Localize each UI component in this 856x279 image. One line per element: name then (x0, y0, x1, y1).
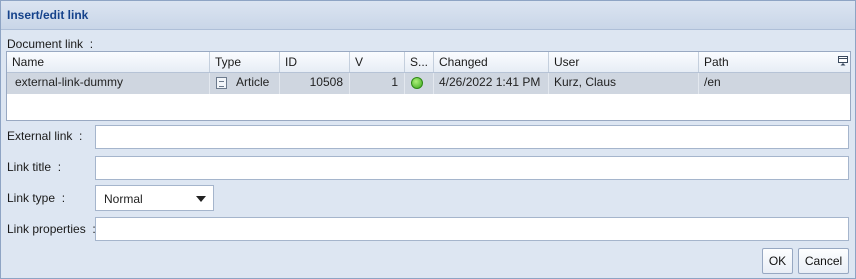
column-header-status[interactable]: S... (405, 52, 434, 72)
table-row[interactable]: external-link-dummy Article 10508 1 4/26… (7, 73, 850, 94)
link-properties-label: Link properties : (7, 222, 96, 236)
cell-type: Article (210, 73, 280, 94)
cell-changed: 4/26/2022 1:41 PM (434, 73, 549, 94)
cell-version: 1 (350, 73, 405, 94)
column-header-changed[interactable]: Changed (434, 52, 549, 72)
dialog-titlebar[interactable]: Insert/edit link (1, 1, 855, 30)
cell-id: 10508 (280, 73, 350, 94)
document-link-grid: Name Type ID V S... Changed User Path ex… (6, 51, 851, 121)
column-menu-icon[interactable] (838, 56, 848, 66)
ok-button[interactable]: OK (762, 248, 793, 274)
cell-user: Kurz, Claus (549, 73, 699, 94)
link-title-input[interactable] (95, 156, 849, 180)
column-header-user[interactable]: User (549, 52, 699, 72)
dialog-title: Insert/edit link (7, 8, 89, 22)
link-type-value: Normal (104, 192, 143, 206)
link-type-select[interactable]: Normal (95, 185, 214, 211)
link-title-label: Link title : (7, 160, 62, 174)
column-header-name[interactable]: Name (7, 52, 210, 72)
external-link-input[interactable] (95, 125, 849, 149)
green-status-icon (411, 77, 423, 89)
external-link-label: External link : (7, 129, 83, 143)
column-header-path[interactable]: Path (699, 52, 850, 72)
grid-header: Name Type ID V S... Changed User Path (7, 52, 850, 73)
article-icon (216, 77, 227, 89)
dropdown-arrow-icon[interactable] (196, 196, 206, 202)
cancel-button[interactable]: Cancel (798, 248, 849, 274)
column-header-type[interactable]: Type (210, 52, 280, 72)
document-link-label: Document link : (7, 37, 94, 51)
insert-edit-link-dialog: Insert/edit link Document link : Name Ty… (0, 0, 856, 279)
link-properties-input[interactable] (95, 217, 849, 241)
cell-path: /en (704, 75, 721, 89)
link-type-label: Link type : (7, 191, 66, 205)
cell-name: external-link-dummy (7, 73, 210, 94)
cell-status (405, 73, 434, 94)
column-header-id[interactable]: ID (280, 52, 350, 72)
column-header-version[interactable]: V (350, 52, 405, 72)
